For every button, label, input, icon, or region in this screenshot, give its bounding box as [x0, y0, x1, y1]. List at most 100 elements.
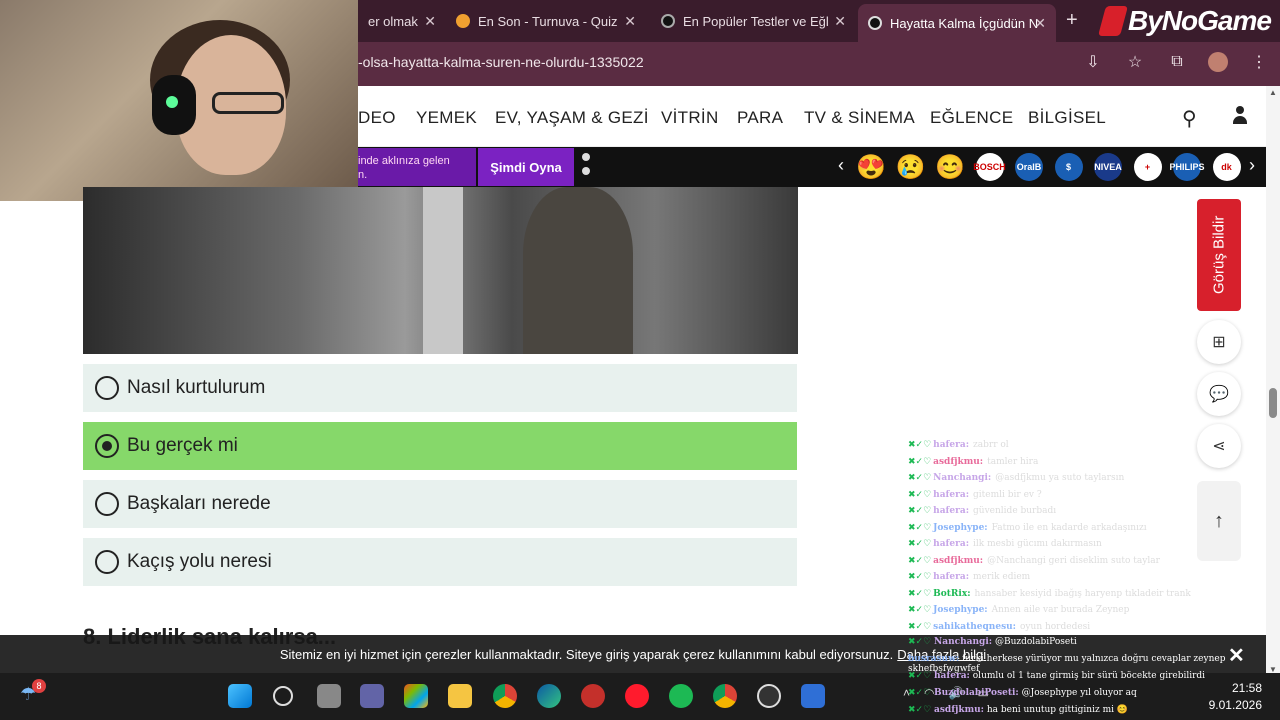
heart-eyes-emoji-icon[interactable]: 😍: [856, 153, 886, 181]
close-tab-icon[interactable]: ✕: [1034, 15, 1046, 32]
close-tab-icon[interactable]: ✕: [834, 13, 846, 30]
edge-icon[interactable]: [537, 684, 561, 708]
chat-badges-icon: ✖✓♡: [908, 506, 932, 517]
chrome-icon[interactable]: [493, 684, 517, 708]
option-label: Başkaları nerede: [127, 493, 271, 514]
chat-message: ha beni unutup gittiginiz mi 😊: [986, 705, 1129, 715]
chrome-profile-icon[interactable]: [713, 684, 737, 708]
browser-tab-active[interactable]: Hayatta Kalma İçgüdün N ✕: [858, 4, 1056, 42]
profile-avatar[interactable]: [1208, 52, 1228, 72]
chat-line: ✖✓♡ BotRix: hansaber kesiyid ibağış haryen…: [908, 586, 1268, 603]
browser-tab[interactable]: En Son - Turnuva - Quiz ✕: [446, 6, 646, 36]
chat-line: ✖✓♡ BuzdolabiPoseti: @Josephype yıl oluy…: [908, 688, 1137, 698]
sad-emoji-icon[interactable]: 😢: [896, 153, 926, 181]
quiz-question-image: [83, 187, 798, 354]
page-scrollbar[interactable]: ▲ ▼: [1266, 86, 1280, 676]
nav-item-video[interactable]: DEO: [358, 108, 396, 128]
search-icon[interactable]: [273, 686, 293, 706]
chevron-left-icon[interactable]: ‹: [838, 155, 844, 176]
teams-icon[interactable]: [360, 684, 384, 708]
spotify-icon[interactable]: [669, 684, 693, 708]
feedback-button[interactable]: Görüş Bildir: [1197, 199, 1241, 311]
chat-badges-icon: ✖✓♡: [908, 588, 932, 599]
dk-icon[interactable]: dk: [1212, 153, 1241, 181]
nav-item-ev-yasam-gezi[interactable]: EV, YAŞAM & GEZİ: [495, 108, 649, 128]
chat-badges-icon: ✖✓♡: [908, 637, 932, 647]
nav-item-tv-sinema[interactable]: TV & SİNEMA: [804, 108, 915, 128]
oralb-icon[interactable]: OralB: [1015, 153, 1043, 181]
app-icon[interactable]: [801, 684, 825, 708]
add-comment-icon[interactable]: ⊞: [1197, 320, 1241, 364]
smile-emoji-icon[interactable]: 😊: [935, 153, 965, 181]
new-tab-plus-icon[interactable]: +: [1066, 9, 1078, 32]
option-label: Bu gerçek mi: [127, 435, 238, 456]
promo-banner[interactable]: inde aklınıza gelen n.: [358, 148, 476, 186]
stream-chat-overlay: ✖✓♡ hafera: zabrr ol ✖✓♡ asdfjkmu: tamler hir…: [908, 437, 1268, 635]
promo-text-line1: inde aklınıza gelen: [358, 155, 450, 167]
nav-item-eglence[interactable]: EĞLENCE: [930, 108, 1013, 128]
file-explorer-icon[interactable]: [448, 684, 472, 708]
onedio-favicon-icon: [868, 16, 882, 30]
cookie-text: Sitemiz en iyi hizmet için çerezler kull…: [279, 646, 894, 662]
chat-message: oyun hordedesi: [1020, 621, 1091, 632]
dollar-icon[interactable]: $: [1054, 153, 1083, 181]
search-icon[interactable]: ⚲: [1182, 106, 1197, 131]
install-app-icon[interactable]: ⇩: [1082, 52, 1104, 72]
chat-username: hafera:: [933, 440, 970, 451]
scrollbar-thumb[interactable]: [1269, 388, 1277, 418]
windows-start-icon[interactable]: [228, 684, 252, 708]
chat-username: asdfjkmu:: [933, 555, 984, 566]
chat-username: BuzdolabiPoseti:: [934, 688, 1019, 698]
quiz-option-selected[interactable]: Bu gerçek mi: [83, 422, 797, 470]
chevron-right-icon[interactable]: ›: [1249, 155, 1255, 176]
quiz-option[interactable]: Kaçış yolu neresi: [83, 538, 797, 586]
chat-message: tamler hira: [987, 456, 1039, 467]
browser-tab[interactable]: er olmak ✕: [358, 6, 446, 36]
microsoft-store-icon[interactable]: [404, 684, 428, 708]
philips-icon[interactable]: PHILIPS: [1170, 153, 1205, 181]
opera-icon[interactable]: [625, 684, 649, 708]
extensions-puzzle-icon[interactable]: ⧉: [1166, 53, 1188, 71]
bynogame-logo: ByNoGame: [1097, 2, 1272, 40]
scroll-up-arrow-icon[interactable]: ▲: [1269, 88, 1277, 97]
bosch-icon[interactable]: BOSCH: [973, 153, 1006, 181]
close-tab-icon[interactable]: ✕: [624, 13, 636, 30]
url-text[interactable]: -olsa-hayatta-kalma-suren-ne-olurdu-1335…: [358, 54, 644, 70]
nav-item-vitrin[interactable]: VİTRİN: [661, 108, 719, 128]
cookie-close-icon[interactable]: ✕: [1228, 643, 1245, 668]
quiz-option[interactable]: Başkaları nerede: [83, 480, 797, 528]
menu-kebab-icon[interactable]: ⋮: [1248, 52, 1270, 72]
nivea-icon[interactable]: NIVEA: [1094, 153, 1122, 181]
more-dots-icon[interactable]: [582, 153, 590, 181]
task-view-icon[interactable]: [317, 684, 341, 708]
close-tab-icon[interactable]: ✕: [424, 13, 436, 30]
nav-item-yemek[interactable]: YEMEK: [416, 108, 477, 128]
chat-username: hafera:: [933, 489, 970, 500]
chat-line: ✖✓♡ hafera: ilk mesbi gücımı dakırmasın: [908, 536, 1268, 553]
chat-message: olumlu ol 1 tane girmiş bir sürü böcekte…: [972, 671, 1206, 681]
chat-username: Nanchangi:: [933, 473, 992, 484]
taskbar-clock[interactable]: 21:58 9.01.2026: [1206, 680, 1262, 714]
cross-icon[interactable]: +: [1133, 153, 1162, 181]
bookmark-star-icon[interactable]: ☆: [1124, 52, 1146, 72]
chat-message: @asdfjkmu ya suto taylarsın: [995, 473, 1125, 484]
comments-icon[interactable]: 💬: [1197, 372, 1241, 416]
chat-message: ilk mesbi gücımı dakırmasın: [973, 539, 1102, 550]
screen: er olmak ✕ En Son - Turnuva - Quiz ✕ En …: [0, 0, 1280, 720]
chat-username: sahikatheqnesu:: [933, 621, 1017, 632]
chat-line: ✖✓♡ Josephype: Fatmo ile en kadarde arkada…: [908, 520, 1268, 537]
quiz-option[interactable]: Nasıl kurtulurum: [83, 364, 797, 412]
browser-tab[interactable]: En Popüler Testler ve Eğl ✕: [651, 6, 856, 36]
chat-badges-icon: ✖✓♡: [908, 539, 932, 550]
chat-line: ✖✓♡ asdfjkmu: ha beni unutup gittiginiz …: [908, 705, 1128, 715]
video-player-icon[interactable]: [581, 684, 605, 708]
chat-username: Josephype:: [933, 522, 988, 533]
nav-item-para[interactable]: PARA: [737, 108, 783, 128]
weather-badge: 8: [32, 679, 46, 693]
user-account-icon[interactable]: [1232, 106, 1248, 124]
nav-item-bilgisel[interactable]: BİLGİSEL: [1028, 108, 1106, 128]
chat-message: Annen aile var burada Zeynep: [991, 605, 1130, 616]
obs-icon[interactable]: [757, 684, 781, 708]
play-now-button[interactable]: Şimdi Oyna: [478, 148, 574, 186]
chat-message: hansaber kesiyid ibağış haryenp tıkladei…: [974, 588, 1191, 599]
